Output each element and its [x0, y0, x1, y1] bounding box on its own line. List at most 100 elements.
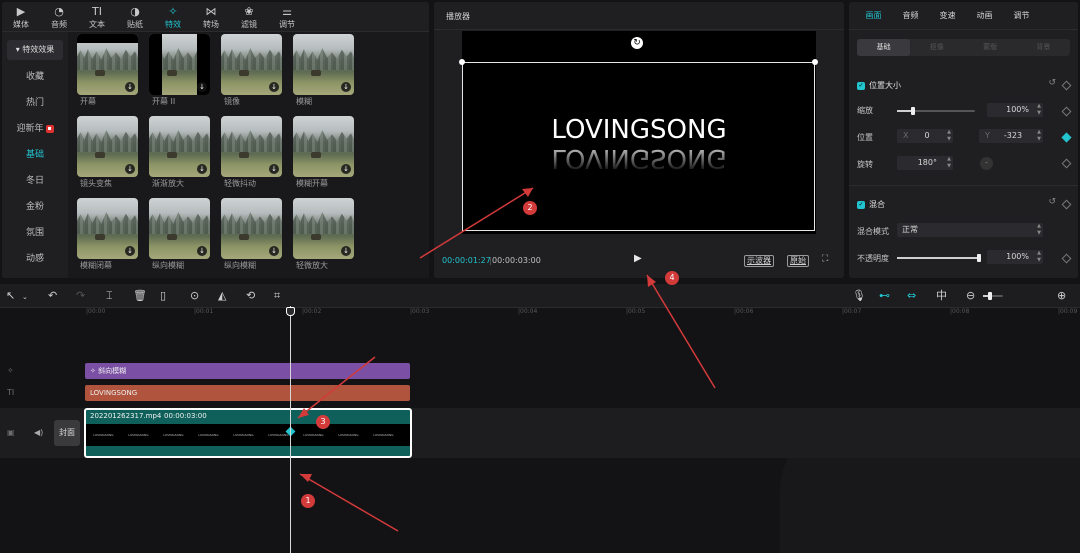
- scope-button[interactable]: 示波器: [744, 255, 774, 267]
- download-icon[interactable]: ↓: [341, 246, 351, 256]
- keyframe-icon[interactable]: [1061, 253, 1072, 264]
- category-atmosphere[interactable]: 氛围: [2, 220, 68, 246]
- effect-tile[interactable]: ↓ 渐渐放大: [149, 116, 210, 190]
- keyframe-icon[interactable]: [1061, 106, 1072, 117]
- tab-effects[interactable]: ✧ 特效: [154, 2, 192, 32]
- opacity-slider-knob[interactable]: [977, 254, 981, 262]
- redo-icon[interactable]: ↷: [76, 289, 85, 302]
- stepper-icon[interactable]: ▲ ▼: [945, 129, 953, 143]
- link-icon[interactable]: ⇔: [907, 289, 916, 302]
- tab-filter[interactable]: ❀ 滤镜: [230, 2, 268, 32]
- tab-adjust[interactable]: ⚌ 调节: [268, 2, 306, 32]
- effect-tile[interactable]: ↓ 轻微抖动: [221, 116, 282, 190]
- tab-animation[interactable]: 动画: [966, 2, 1003, 29]
- opacity-input[interactable]: 100% ▲ ▼: [987, 250, 1043, 264]
- tab-speed[interactable]: 变速: [929, 2, 966, 29]
- stepper-icon[interactable]: ▲ ▼: [945, 156, 953, 170]
- effect-tile[interactable]: ↓ 轻微放大: [293, 198, 354, 272]
- tab-audio[interactable]: ◔ 音频: [40, 2, 78, 32]
- position-y-input[interactable]: Y -323 ▲ ▼: [979, 129, 1043, 143]
- scale-slider-knob[interactable]: [910, 107, 915, 115]
- effect-tile[interactable]: ↓ 开幕 II: [149, 34, 210, 108]
- subtab-keying[interactable]: 抠像: [910, 39, 963, 56]
- opacity-slider[interactable]: [897, 254, 981, 262]
- rotate-handle-icon[interactable]: ↻: [631, 37, 643, 49]
- stepper-icon[interactable]: ▲ ▼: [1035, 223, 1043, 237]
- category-dynamic[interactable]: 动感: [2, 246, 68, 272]
- effect-tile[interactable]: ↓ 模糊闭幕: [77, 198, 138, 272]
- resize-handle[interactable]: [459, 59, 465, 65]
- undo-icon[interactable]: ↶: [48, 289, 57, 302]
- effect-tile[interactable]: ↓ 纵向模糊: [149, 198, 210, 272]
- tab-transition[interactable]: ⋈ 转场: [192, 2, 230, 32]
- download-icon[interactable]: ↓: [269, 164, 279, 174]
- download-icon[interactable]: ↓: [197, 246, 207, 256]
- video-clip[interactable]: 202201262317.mp4 00:00:03:00 LOVINGSONG …: [84, 408, 412, 458]
- position-x-input[interactable]: X 0 ▲ ▼: [897, 129, 953, 143]
- timeline-ruler[interactable]: |00:00 |00:01 |00:02 |00:03 |00:04 |00:0…: [84, 308, 1080, 320]
- subtab-basic[interactable]: 基础: [857, 39, 911, 56]
- microphone-icon[interactable]: 🎙: [852, 289, 866, 302]
- keyframe-active-icon[interactable]: [1061, 132, 1072, 143]
- resize-handle[interactable]: [812, 59, 818, 65]
- stepper-icon[interactable]: ▲ ▼: [1035, 250, 1043, 264]
- download-icon[interactable]: ↓: [341, 82, 351, 92]
- category-new-year[interactable]: 迎新年 ▪: [2, 116, 68, 142]
- category-basic[interactable]: 基础: [2, 142, 68, 168]
- tab-adjust-inspector[interactable]: 调节: [1003, 2, 1040, 29]
- cover-button[interactable]: 封面: [54, 420, 80, 446]
- scale-slider[interactable]: [897, 107, 975, 115]
- tab-media[interactable]: ▶ 媒体: [2, 2, 40, 32]
- delete-icon[interactable]: 🗑: [133, 289, 147, 302]
- keyframe-icon[interactable]: [1061, 199, 1072, 210]
- stepper-icon[interactable]: ▲ ▼: [1035, 103, 1043, 117]
- effect-clip[interactable]: ✧ 斜向模糊: [85, 363, 410, 379]
- zoom-in-icon[interactable]: ⊕: [1057, 289, 1066, 302]
- keyframe-icon[interactable]: [1061, 158, 1072, 169]
- playhead[interactable]: [290, 306, 291, 553]
- rotation-input[interactable]: 180° ▲ ▼: [897, 156, 953, 170]
- effect-tile[interactable]: ↓ 纵向模糊: [221, 198, 282, 272]
- preview-canvas[interactable]: ↻ LOVINGSONG LOVINGSONG: [459, 31, 818, 234]
- category-effects[interactable]: ▾ 特效效果: [7, 40, 63, 60]
- keyframe-icon[interactable]: [1061, 80, 1072, 91]
- category-hot[interactable]: 热门: [2, 90, 68, 116]
- stepper-icon[interactable]: ▲ ▼: [1035, 129, 1043, 143]
- checkbox-position-size[interactable]: ✓: [857, 81, 865, 90]
- tab-sticker[interactable]: ◑ 贴纸: [116, 2, 154, 32]
- download-icon[interactable]: ↓: [197, 164, 207, 174]
- playhead-handle[interactable]: [286, 307, 295, 316]
- freeze-icon[interactable]: ▯: [160, 289, 166, 302]
- download-icon[interactable]: ↓: [341, 164, 351, 174]
- effect-tile[interactable]: ↓ 镜像: [221, 34, 282, 108]
- download-icon[interactable]: ↓: [125, 82, 135, 92]
- download-icon[interactable]: ↓: [269, 246, 279, 256]
- rotation-dial-icon[interactable]: -: [980, 157, 993, 170]
- original-ratio-button[interactable]: 原始: [787, 255, 809, 267]
- reset-icon[interactable]: ↺: [1048, 197, 1056, 207]
- tab-text[interactable]: TI 文本: [78, 2, 116, 32]
- zoom-out-icon[interactable]: ⊖: [966, 289, 975, 302]
- effect-tile[interactable]: ↓ 镜头变焦: [77, 116, 138, 190]
- download-icon[interactable]: ↓: [269, 82, 279, 92]
- play-icon[interactable]: ▶: [634, 253, 642, 264]
- crop-icon[interactable]: ⌗: [274, 289, 280, 302]
- download-icon[interactable]: ↓: [125, 164, 135, 174]
- zoom-slider[interactable]: [983, 292, 1003, 300]
- subtab-mask[interactable]: 蒙版: [964, 39, 1017, 56]
- zoom-slider-knob[interactable]: [988, 292, 992, 300]
- mirror-icon[interactable]: ◭: [218, 289, 226, 302]
- scale-input[interactable]: 100% ▲ ▼: [987, 103, 1043, 117]
- tab-audio-inspector[interactable]: 音频: [892, 2, 929, 29]
- subtab-background[interactable]: 背景: [1017, 39, 1070, 56]
- preview-axis-icon[interactable]: 中: [936, 289, 947, 302]
- effect-tile[interactable]: ↓ 模糊: [293, 34, 354, 108]
- split-icon[interactable]: ⌶: [106, 289, 113, 302]
- tab-picture[interactable]: 画面: [855, 2, 892, 29]
- reset-icon[interactable]: ↺: [1048, 78, 1056, 88]
- speaker-icon[interactable]: ◀): [34, 428, 43, 437]
- chevron-down-icon[interactable]: ⌄: [22, 291, 28, 304]
- checkbox-blend[interactable]: ✓: [857, 200, 865, 209]
- select-tool-icon[interactable]: ↖: [6, 289, 15, 302]
- magnet-icon[interactable]: ⊷: [879, 289, 890, 302]
